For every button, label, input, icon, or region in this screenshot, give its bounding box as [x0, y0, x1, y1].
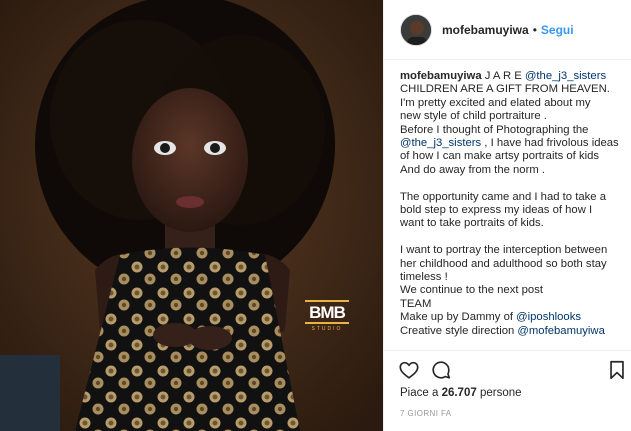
caption-line: her childhood and adulthood so both stay: [400, 257, 607, 270]
caption-mention-link[interactable]: @mofebamuyiwa: [517, 325, 604, 337]
post-timestamp[interactable]: 7 GIORNI FA: [384, 409, 631, 418]
caption-text: J A R E: [481, 70, 525, 82]
bookmark-icon[interactable]: [606, 359, 628, 381]
watermark-studio-text: STUDIO: [311, 326, 343, 332]
caption-line: Creative style direction @mofebamuyiwa: [400, 325, 619, 338]
avatar[interactable]: [400, 13, 432, 46]
caption-line: TEAM: [400, 297, 432, 310]
caption-line: bold step to express my ideas of how I: [400, 204, 593, 217]
speech-bubble-icon[interactable]: [430, 359, 452, 381]
caption-line: And do away from the norm .: [400, 163, 546, 176]
caption-line: The opportunity came and I had to take a: [400, 190, 606, 203]
post-side-panel: mofebamuyiwa • Segui mofebamuyiwa J A R …: [383, 0, 631, 431]
header-separator: •: [532, 22, 537, 37]
caption-text: Creative style direction: [400, 324, 518, 337]
caption-line: Make up by Dammy of @iposhlooks: [400, 311, 619, 324]
watermark-letters: BMB: [309, 303, 346, 322]
caption-text: , I have had frivolous ideas: [481, 137, 619, 150]
post-actions: Piace a 26.707 persone 7 GIORNI FA: [384, 350, 631, 431]
caption-line: I want to portray the interception betwe…: [400, 244, 608, 257]
caption-line: We continue to the next post: [400, 284, 543, 297]
caption-line: of how I can make artsy portraits of kid…: [400, 150, 600, 163]
post-header: mofebamuyiwa • Segui: [384, 0, 631, 60]
caption-mention-link[interactable]: @the_j3_sisters: [525, 70, 606, 82]
header-username-link[interactable]: mofebamuyiwa: [442, 23, 529, 37]
caption-line: mofebamuyiwa J A R E @the_j3_sisters: [400, 70, 619, 83]
likes-suffix: persone: [476, 387, 522, 399]
likes-count[interactable]: Piace a 26.707 persone: [384, 387, 631, 399]
caption-text: Make up by Dammy of: [400, 311, 517, 324]
caption-line: CHILDREN ARE A GIFT FROM HEAVEN.: [400, 83, 610, 96]
caption-line: want to take portraits of kids.: [400, 217, 544, 230]
action-icons-row: [384, 351, 631, 387]
studio-watermark-logo: BMB STUDIO: [305, 300, 349, 340]
caption-username-link[interactable]: mofebamuyiwa: [400, 70, 482, 82]
watermark-frame: BMB: [305, 300, 349, 324]
caption-line: I'm pretty excited and elated about my: [400, 96, 591, 109]
follow-button[interactable]: Segui: [541, 23, 574, 37]
likes-number: 26.707: [441, 387, 477, 399]
caption-line: timeless !: [400, 271, 448, 284]
post-caption: mofebamuyiwa J A R E @the_j3_sisters CHI…: [384, 60, 631, 350]
caption-mention-link[interactable]: @the_j3_sisters: [400, 137, 481, 149]
caption-line: @the_j3_sisters , I have had frivolous i…: [400, 137, 619, 150]
likes-prefix: Piace a: [400, 387, 442, 399]
heart-outline-icon[interactable]: [398, 359, 420, 381]
post-photo[interactable]: BMB STUDIO: [0, 0, 383, 431]
portrait-image: [0, 0, 383, 431]
caption-line: Before I thought of Photographing the: [400, 123, 589, 136]
caption-mention-link[interactable]: @iposhlooks: [516, 311, 581, 323]
caption-line: new style of child portraiture .: [400, 110, 547, 123]
avatar-image: [401, 14, 431, 45]
